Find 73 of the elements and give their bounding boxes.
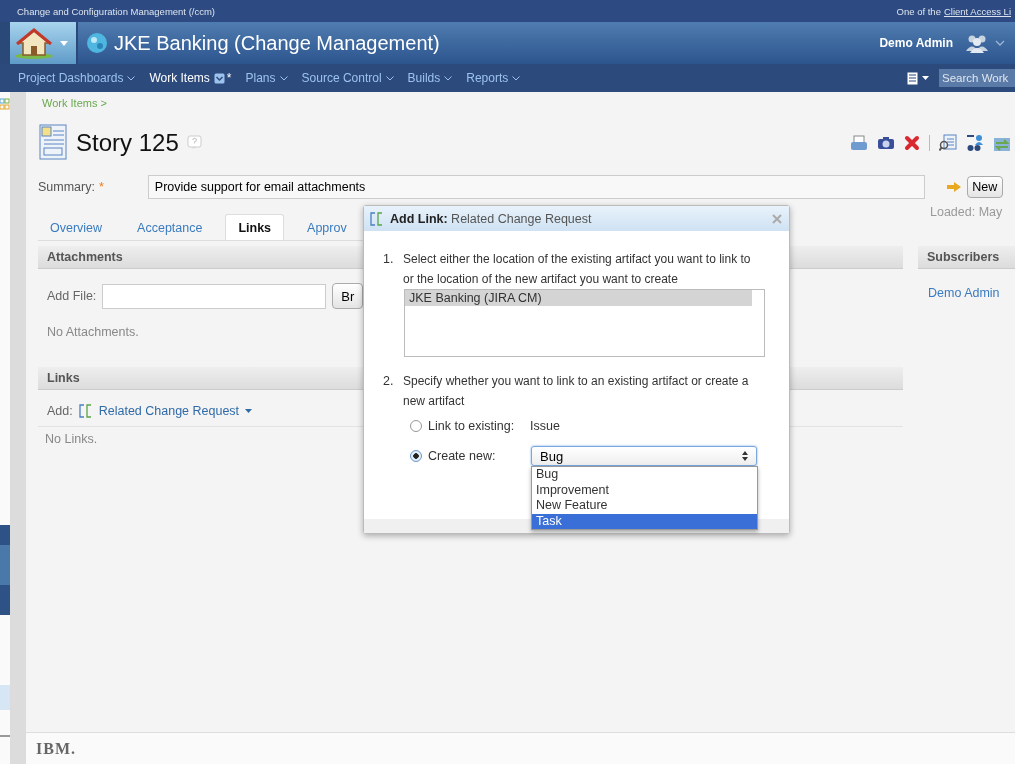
- updown-icon: [742, 451, 748, 461]
- new-button[interactable]: New: [966, 176, 1003, 198]
- list-icon[interactable]: [907, 71, 918, 85]
- dropdown-option[interactable]: Task: [532, 513, 757, 529]
- tab[interactable]: Approv: [295, 215, 359, 240]
- nav-menu[interactable]: Source Control: [301, 71, 382, 85]
- project-title: JKE Banking (Change Management): [114, 31, 440, 55]
- empty-message: No Links.: [44, 431, 99, 448]
- chevron-icon[interactable]: [279, 75, 288, 81]
- unsaved-mark: *: [226, 71, 232, 85]
- camera-icon[interactable]: [877, 136, 895, 150]
- notice-text: One of the: [896, 5, 941, 17]
- subscriber-link[interactable]: Demo Admin: [918, 269, 1015, 300]
- find-document-icon[interactable]: [939, 134, 957, 152]
- home-button[interactable]: [10, 22, 76, 64]
- binoculars-person-icon[interactable]: [966, 134, 984, 152]
- globe-icon: [86, 32, 108, 54]
- section-header: Subscribers: [918, 246, 1015, 269]
- chevron-icon[interactable]: [444, 75, 453, 81]
- nav-menu[interactable]: Reports: [466, 71, 509, 85]
- dropdown-box-icon[interactable]: [213, 72, 225, 84]
- option-label: Create new:: [428, 449, 497, 463]
- add-file-label: Add File:: [47, 289, 97, 303]
- caret-icon: [60, 40, 68, 46]
- nav-menu[interactable]: Project Dashboards: [18, 71, 124, 85]
- required-mark: *: [98, 180, 104, 194]
- company-logo: IBM.: [36, 739, 76, 758]
- chevron-icon[interactable]: [385, 75, 394, 81]
- caret-icon[interactable]: [922, 76, 929, 80]
- loaded-status: Loaded: May: [930, 205, 1004, 219]
- location-option[interactable]: JKE Banking (JIRA CM): [405, 290, 752, 306]
- type-select[interactable]: Bug: [531, 446, 757, 466]
- right-arrow-icon: [946, 182, 961, 192]
- radio-button[interactable]: [410, 420, 422, 432]
- radio-button[interactable]: [410, 450, 422, 462]
- file-field[interactable]: [102, 283, 327, 309]
- option-label: Link to existing:: [428, 419, 516, 433]
- user-name[interactable]: Demo Admin: [879, 36, 953, 50]
- link-icon: [370, 211, 384, 226]
- tab[interactable]: Links: [225, 214, 285, 240]
- chevron-icon[interactable]: [127, 75, 136, 81]
- nav-menu[interactable]: Plans: [245, 71, 276, 85]
- chevron-icon[interactable]: [995, 40, 1005, 46]
- delete-icon[interactable]: [904, 135, 920, 151]
- print-icon[interactable]: [850, 135, 868, 151]
- people-icon[interactable]: [965, 33, 989, 53]
- app-title: Change and Configuration Management (/ccm): [17, 5, 216, 17]
- search-field[interactable]: Search Work: [939, 69, 1015, 87]
- step-number: 1.: [383, 251, 395, 268]
- client-access-link[interactable]: Client Access Li: [943, 5, 1011, 17]
- dialog-title: Add Link: Related Change Request: [390, 211, 592, 226]
- dropdown-option[interactable]: New Feature: [532, 498, 757, 514]
- chevron-icon[interactable]: [512, 75, 521, 81]
- dropdown-option[interactable]: Bug: [532, 467, 757, 483]
- browse-button[interactable]: Br: [332, 283, 364, 309]
- dropdown-option[interactable]: Improvement: [532, 482, 757, 498]
- link-type-menu[interactable]: Related Change Request: [98, 404, 240, 418]
- artifact-type: Issue: [530, 419, 560, 433]
- summary-field[interactable]: Provide support for email attachments: [147, 175, 925, 199]
- add-label: Add:: [47, 404, 73, 418]
- summary-label: Summary:: [38, 180, 95, 194]
- nav-menu[interactable]: Builds: [407, 71, 441, 85]
- nav-menu[interactable]: Work Items: [149, 71, 210, 85]
- work-item-title: Story 125: [76, 129, 179, 157]
- tab[interactable]: Acceptance: [125, 215, 215, 240]
- step-number: 2.: [383, 373, 395, 390]
- link-icon: [78, 404, 93, 418]
- story-document-icon: [38, 123, 68, 163]
- location-list[interactable]: JKE Banking (JIRA CM): [404, 289, 765, 357]
- house-icon: [14, 27, 56, 59]
- tab[interactable]: Overview: [38, 215, 115, 240]
- empty-message: No Attachments.: [46, 324, 140, 339]
- caret-icon[interactable]: [245, 409, 253, 413]
